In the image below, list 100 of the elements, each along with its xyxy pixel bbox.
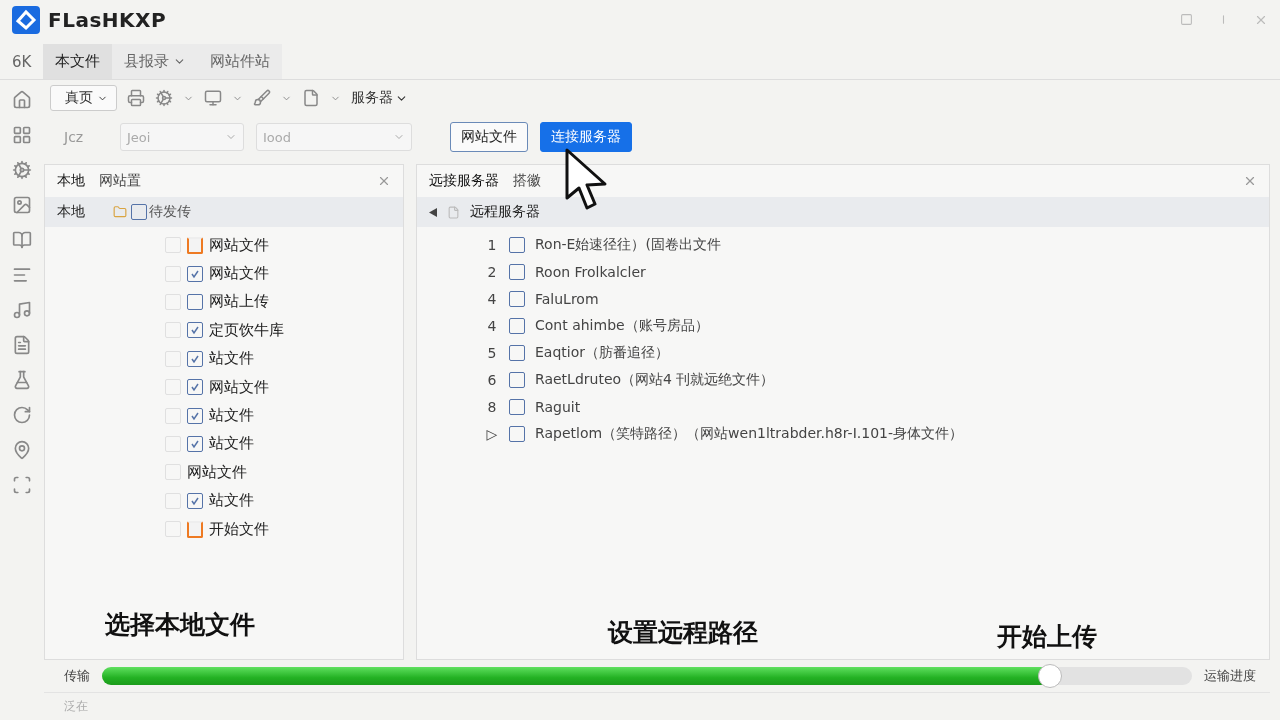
close-icon[interactable]	[1243, 174, 1257, 188]
monitor-icon[interactable]	[204, 89, 222, 107]
panel-tab[interactable]: 本地	[57, 172, 85, 190]
book-icon[interactable]	[12, 230, 32, 250]
row-number: 4	[486, 290, 498, 307]
file-label[interactable]: 开始文件	[209, 519, 269, 539]
image-icon[interactable]	[12, 195, 32, 215]
checkbox[interactable]	[509, 371, 525, 388]
row-number: 1	[486, 236, 498, 253]
progress-label: 传输	[64, 667, 90, 685]
row-number: ▷	[485, 425, 499, 442]
maximize-icon[interactable]	[1180, 13, 1193, 26]
caption: 选择本地文件	[105, 609, 255, 641]
menu-tab[interactable]: 本文件	[43, 44, 113, 79]
checkbox[interactable]	[509, 263, 525, 280]
close-icon[interactable]	[377, 174, 391, 188]
checkbox[interactable]	[187, 350, 203, 367]
file-label[interactable]: 网站上传	[209, 292, 269, 312]
row-number: 8	[486, 398, 498, 415]
panel-tab[interactable]: 远接服务器	[429, 172, 499, 190]
server-dropdown[interactable]: 服务器	[351, 89, 408, 107]
checkbox[interactable]	[187, 435, 203, 452]
window-title: FLasHKXP	[48, 8, 167, 32]
file-label[interactable]: 网站文件	[209, 235, 269, 255]
file-icon	[447, 205, 460, 219]
checkbox[interactable]	[187, 293, 203, 310]
refresh-icon[interactable]	[12, 405, 32, 425]
checkbox[interactable]	[509, 317, 525, 334]
row-text: FaluLrom	[535, 290, 599, 307]
file-label[interactable]: 站文件	[209, 491, 254, 511]
folder-icon	[187, 520, 203, 538]
check-icon	[190, 410, 200, 421]
checkbox[interactable]	[187, 265, 203, 282]
connect-button[interactable]: 连接服务器	[540, 122, 632, 152]
row-text: Roon Frolkalcler	[535, 263, 646, 280]
progress-reading: 运输进度	[1204, 667, 1256, 685]
home-icon[interactable]	[12, 90, 32, 110]
grid-icon[interactable]	[12, 125, 32, 145]
lines-icon[interactable]	[12, 265, 32, 285]
map-pin-icon[interactable]	[12, 440, 32, 460]
row-text: Rapetlom（笑特路径）（网站wen1ltrabder.h8r-I.101-身体文件）	[535, 424, 963, 443]
checkbox[interactable]	[187, 322, 203, 339]
file-label[interactable]: 站文件	[209, 406, 254, 426]
panel-tab[interactable]: 网站置	[99, 172, 141, 190]
caption: 开始上传	[997, 621, 1097, 653]
action-button[interactable]: 网站文件	[450, 122, 528, 152]
address-label: Jcz	[64, 129, 85, 145]
file-icon[interactable]	[302, 89, 320, 107]
checkbox[interactable]	[187, 407, 203, 424]
check-icon	[190, 382, 200, 393]
header-text: 远程服务器	[470, 203, 540, 221]
row-number: 4	[486, 317, 498, 334]
checkbox[interactable]	[187, 379, 203, 396]
checkbox[interactable]	[509, 236, 525, 253]
file-label[interactable]: 定页饮牛库	[209, 320, 284, 340]
caption: 设置远程路径	[608, 617, 758, 649]
menu-tab[interactable]: 6K	[0, 44, 44, 79]
row-number: 6	[486, 371, 498, 388]
file-label[interactable]: 站文件	[209, 349, 254, 369]
panel-tab[interactable]: 搭徽	[513, 172, 541, 190]
menu-tab[interactable]: 网站件站	[198, 44, 283, 79]
file-label[interactable]: 网站文件	[209, 264, 269, 284]
checkbox[interactable]	[509, 398, 525, 415]
scan-icon[interactable]	[12, 475, 32, 495]
brush-icon[interactable]	[253, 89, 271, 107]
gear-icon[interactable]	[12, 160, 32, 180]
checkbox[interactable]	[187, 492, 203, 509]
row-number: 2	[486, 263, 498, 280]
row-text: RaetLdruteo（网站4 刊就远绝文件）	[535, 370, 775, 389]
document-icon[interactable]	[12, 335, 32, 355]
header-label: 本地	[57, 203, 86, 221]
folder-icon	[187, 236, 203, 254]
row-text: Cont ahimbe（账号房品）	[535, 316, 709, 335]
check-icon	[190, 438, 200, 449]
home-dropdown[interactable]: 真页	[50, 85, 117, 111]
checkbox[interactable]	[131, 204, 147, 220]
logo-icon	[12, 6, 40, 34]
progress-thumb[interactable]	[1038, 664, 1063, 688]
header-text: 待发传	[149, 203, 191, 221]
file-label[interactable]: 站文件	[209, 434, 254, 454]
file-label[interactable]: 网站文件	[187, 462, 247, 482]
checkbox[interactable]	[509, 425, 525, 442]
flask-icon[interactable]	[12, 370, 32, 390]
menu-tab[interactable]: 县报录	[112, 44, 199, 79]
checkbox[interactable]	[509, 344, 525, 361]
status-text: 泛在	[64, 698, 88, 715]
row-number: 5	[486, 344, 498, 361]
row-text: Ron-E始速径往）(固卷出文件	[535, 235, 721, 254]
checkbox[interactable]	[509, 290, 525, 307]
collapse-icon[interactable]	[429, 207, 437, 217]
check-icon	[190, 268, 200, 279]
row-text: Raguit	[535, 398, 581, 415]
music-icon[interactable]	[12, 300, 32, 320]
gear-icon[interactable]	[155, 89, 173, 107]
check-icon	[190, 495, 200, 506]
folder-icon	[113, 205, 127, 219]
close-icon[interactable]	[1254, 13, 1268, 27]
file-label[interactable]: 网站文件	[209, 377, 269, 397]
check-icon	[190, 353, 200, 364]
printer-icon[interactable]	[127, 89, 145, 107]
